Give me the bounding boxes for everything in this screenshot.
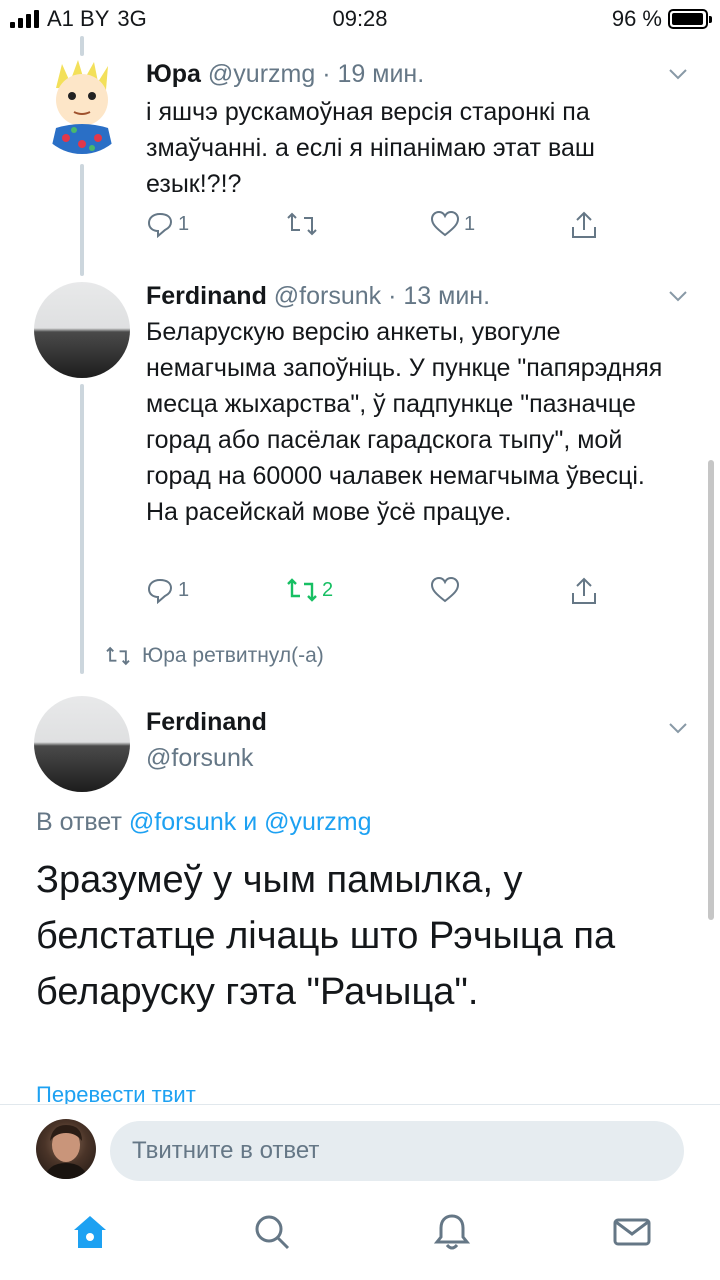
reply-to-line: В ответ @forsunk и @yurzmg <box>36 808 372 837</box>
tab-messages[interactable] <box>612 1212 652 1252</box>
tab-bar <box>0 1196 720 1280</box>
like-button[interactable] <box>430 576 464 604</box>
tweet-text: Беларускую версію анкеты, увогуле немагч… <box>146 318 663 526</box>
reply-button[interactable]: 1 <box>146 210 189 238</box>
reply-icon <box>147 212 173 238</box>
main-tweet-text: Зразумеў у чым памылка, у белстатце ліча… <box>36 859 616 1013</box>
tweet-time[interactable]: 19 мин. <box>338 60 425 88</box>
messages-icon <box>613 1218 651 1246</box>
retweet-button[interactable]: 2 <box>286 576 333 604</box>
mention-link[interactable]: @yurzmg <box>264 808 371 836</box>
battery-icon <box>668 9 712 29</box>
author-name[interactable]: Ferdinand <box>146 282 267 310</box>
like-count: 1 <box>464 212 476 235</box>
battery-percent: 96 % <box>611 6 662 31</box>
tab-home[interactable] <box>70 1212 110 1252</box>
meta-separator: · <box>322 60 331 88</box>
translate-tweet-link[interactable]: Перевести твит <box>36 1082 196 1106</box>
retweeted-by-note[interactable]: Юра ретвитнул(-а) <box>104 644 324 668</box>
reply-icon <box>147 578 173 604</box>
retweet-icon <box>287 212 317 236</box>
reply-input[interactable] <box>110 1121 684 1181</box>
share-icon <box>572 211 596 238</box>
cartoon-avatar-icon <box>50 60 114 154</box>
scrollbar[interactable] <box>708 460 714 920</box>
status-bar: A1 BY 3G 09:28 96 % <box>0 0 720 36</box>
thread-line <box>80 164 84 276</box>
tab-search[interactable] <box>252 1212 292 1252</box>
avatar[interactable] <box>34 58 130 154</box>
tweet-header: Юра @yurzmg · 19 мин. <box>146 60 424 89</box>
author-handle[interactable]: @forsunk <box>274 282 381 310</box>
tweet-time[interactable]: 13 мин. <box>403 282 490 310</box>
reply-bar <box>0 1104 720 1196</box>
retweet-icon <box>287 578 317 602</box>
author-name[interactable]: Ferdinand <box>146 708 267 737</box>
retweet-count: 2 <box>322 578 334 601</box>
heart-icon <box>430 576 460 603</box>
profile-photo-icon <box>44 1125 88 1179</box>
chevron-down-icon[interactable] <box>666 716 690 740</box>
share-icon <box>572 577 596 604</box>
author-handle[interactable]: @forsunk <box>146 744 253 773</box>
chevron-down-icon[interactable] <box>666 284 690 308</box>
search-icon <box>255 1215 290 1250</box>
mention-link[interactable]: @forsunk <box>129 808 236 836</box>
like-button[interactable]: 1 <box>430 210 475 238</box>
home-icon <box>74 1216 106 1248</box>
reply-count: 1 <box>178 212 190 235</box>
tweet-header: Ferdinand @forsunk · 13 мин. <box>146 282 490 311</box>
reply-button[interactable]: 1 <box>146 576 189 604</box>
my-avatar[interactable] <box>36 1119 96 1179</box>
author-name[interactable]: Юра <box>146 60 201 88</box>
share-button[interactable] <box>570 576 598 606</box>
thread-line <box>80 384 84 674</box>
meta-separator: · <box>388 282 397 310</box>
avatar[interactable] <box>34 282 130 378</box>
tweet-actions: 1 2 <box>146 576 626 616</box>
avatar[interactable] <box>34 696 130 792</box>
share-button[interactable] <box>570 210 598 240</box>
thread-line <box>80 36 84 56</box>
author-handle[interactable]: @yurzmg <box>208 60 315 88</box>
reply-prefix: В ответ <box>36 808 122 836</box>
reply-and[interactable]: и <box>243 808 257 836</box>
retweet-icon <box>106 646 130 666</box>
retweet-button[interactable] <box>286 210 322 238</box>
chevron-down-icon[interactable] <box>666 62 690 86</box>
tweet-text: і яшчэ рускамоўная версія старонкі па зм… <box>146 98 595 198</box>
tab-notifications[interactable] <box>432 1212 472 1252</box>
notifications-icon <box>433 1214 471 1250</box>
heart-icon <box>430 210 460 237</box>
retweet-note-text: Юра ретвитнул(-а) <box>142 644 324 667</box>
tweet-actions: 1 1 <box>146 210 626 250</box>
reply-count: 1 <box>178 578 190 601</box>
